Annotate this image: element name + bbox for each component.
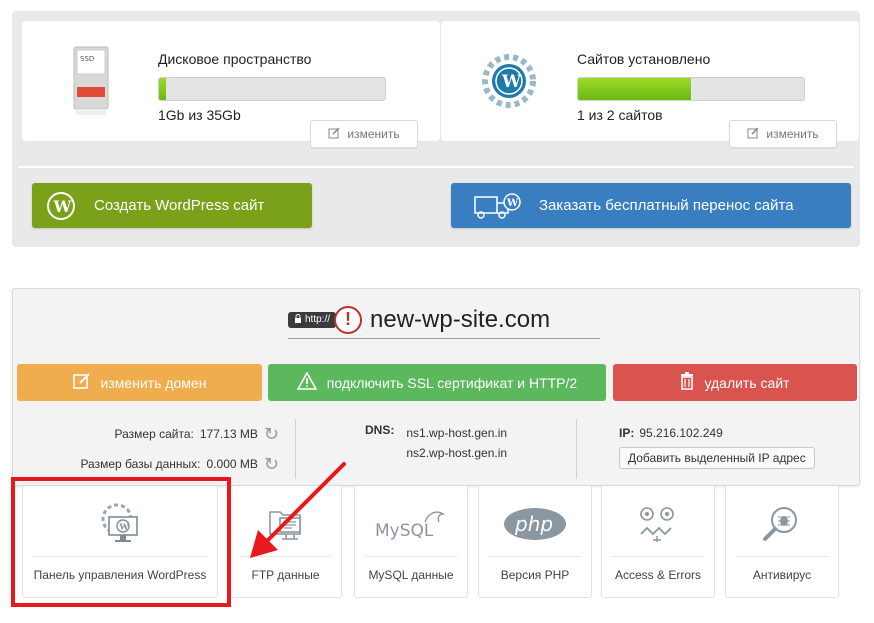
disk-space-title: Дисковое пространство	[158, 51, 312, 67]
svg-text:SSD: SSD	[80, 55, 94, 63]
trash-icon	[680, 372, 694, 393]
connect-ssl-label: подключить SSL сертификат и HTTP/2	[326, 374, 578, 391]
lock-icon	[294, 313, 302, 326]
divider	[576, 419, 577, 479]
ip-label: IP:	[619, 426, 635, 440]
hosting-summary-panel: SSD Дисковое пространство 1Gb из 35Gb из…	[12, 11, 860, 247]
site-domain[interactable]: new-wp-site.com	[370, 306, 550, 334]
ip-info: IP: 95.216.102.249 Добавить выделенный I…	[619, 423, 815, 469]
disk-usage-fill	[159, 78, 166, 100]
order-site-transfer-button[interactable]: W Заказать бесплатный перенос сайта	[451, 183, 851, 228]
logs-icon	[602, 496, 714, 552]
svg-text:MySQL: MySQL	[375, 521, 434, 541]
ip-value: 95.216.102.249	[639, 426, 723, 440]
refresh-icon[interactable]: ↻	[264, 424, 279, 445]
db-size-label: Размер базы данных:	[80, 457, 201, 471]
svg-text:php: php	[514, 512, 553, 536]
tool-label: Версия PHP	[500, 568, 570, 582]
sites-usage-fill	[578, 78, 691, 100]
disk-space-card: SSD Дисковое пространство 1Gb из 35Gb из…	[22, 21, 440, 148]
add-dedicated-ip-button[interactable]: Добавить выделенный IP адрес	[619, 447, 815, 469]
edit-icon	[747, 126, 759, 142]
svg-text:W: W	[53, 197, 73, 216]
site-size-label: Размер сайта:	[114, 427, 194, 441]
dns-server-1: ns1.wp-host.gen.in	[406, 426, 508, 440]
create-wordpress-site-button[interactable]: W Создать WordPress сайт	[32, 183, 312, 228]
tool-access-errors[interactable]: Access & Errors	[601, 486, 715, 598]
create-wordpress-site-label: Создать WordPress сайт	[94, 197, 265, 214]
delete-site-button[interactable]: удалить сайт	[613, 364, 857, 401]
tool-label: FTP данные	[251, 568, 320, 582]
disk-edit-button[interactable]: изменить	[310, 120, 418, 148]
change-domain-label: изменить домен	[100, 374, 207, 391]
antivirus-icon	[726, 496, 838, 552]
order-site-transfer-label: Заказать бесплатный перенос сайта	[539, 197, 794, 214]
pointer-arrow	[250, 462, 346, 558]
svg-text:W: W	[119, 522, 130, 532]
tool-mysql[interactable]: MySQL MySQL данные	[354, 486, 468, 598]
svg-text:W: W	[506, 198, 519, 209]
disk-edit-label: изменить	[347, 127, 400, 141]
dns-server-2: ns2.wp-host.gen.in	[406, 446, 508, 460]
tool-label: MySQL данные	[368, 568, 454, 582]
sites-edit-button[interactable]: изменить	[729, 120, 837, 148]
divider	[18, 166, 854, 168]
mysql-icon: MySQL	[355, 496, 467, 552]
edit-icon	[328, 126, 340, 142]
tool-wordpress-admin[interactable]: W Панель управления WordPress	[22, 486, 218, 598]
http-label: http://	[305, 314, 331, 325]
tool-label: Панель управления WordPress	[33, 568, 207, 582]
disk-usage-value: 1Gb из 35Gb	[158, 107, 241, 123]
edit-icon	[72, 372, 91, 393]
sites-usage-value: 1 из 2 сайтов	[577, 107, 663, 123]
site-size-value: 177.13 MB	[199, 427, 258, 441]
tool-php-version[interactable]: php Версия PHP	[478, 486, 592, 598]
dns-info: DNS: ns1.wp-host.gen.in ns2.wp-host.gen.…	[365, 423, 507, 463]
http-badge: http://	[288, 311, 337, 328]
delete-site-label: удалить сайт	[704, 374, 790, 391]
dns-label: DNS:	[365, 423, 395, 437]
sites-installed-card: W Сайтов установлено 1 из 2 сайтов измен…	[441, 21, 859, 148]
wordpress-gear-icon: W	[479, 41, 539, 121]
connect-ssl-button[interactable]: подключить SSL сертификат и HTTP/2	[268, 364, 606, 401]
sites-installed-title: Сайтов установлено	[577, 51, 711, 67]
disk-usage-bar	[158, 77, 386, 101]
change-domain-button[interactable]: изменить домен	[17, 364, 262, 401]
ssl-warning-icon: !	[334, 305, 363, 334]
warning-triangle-icon	[296, 371, 318, 393]
site-panel: http:// ! new-wp-site.com изменить домен…	[12, 288, 860, 486]
tool-antivirus[interactable]: Антивирус	[725, 486, 839, 598]
wordpress-admin-icon: W	[23, 496, 217, 552]
tool-label: Антивирус	[752, 568, 812, 582]
svg-text:W: W	[501, 72, 522, 92]
sites-usage-bar	[577, 77, 805, 101]
php-icon: php	[479, 496, 591, 552]
wordpress-icon: W	[46, 191, 76, 221]
tool-label: Access & Errors	[614, 568, 701, 582]
site-domain-header: http:// ! new-wp-site.com	[288, 301, 600, 339]
sites-edit-label: изменить	[766, 127, 819, 141]
hdd-icon: SSD	[60, 41, 120, 121]
transfer-truck-icon: W	[471, 191, 521, 221]
